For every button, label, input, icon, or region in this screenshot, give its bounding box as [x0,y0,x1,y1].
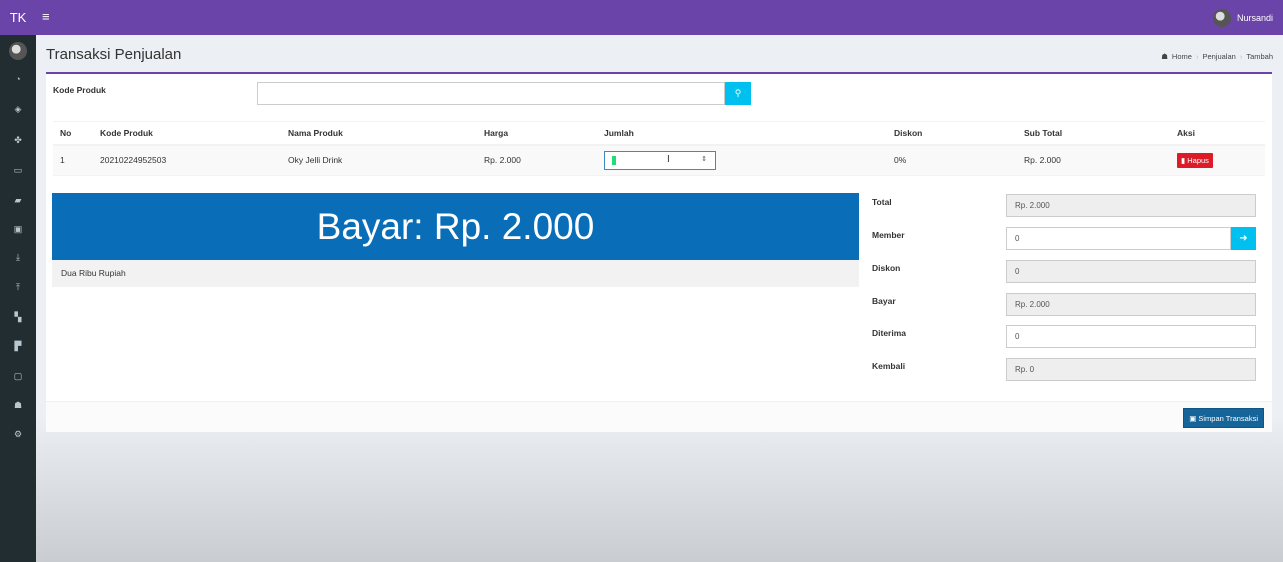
search-icon: ⚲ [734,88,742,98]
breadcrumb: ☗ Home › Penjualan › Tambah [1161,52,1273,61]
sidebar-item-upload-icon[interactable]: ⤒ [0,281,36,293]
member-label: Member [872,230,905,240]
cell-aksi: ▮ Hapus [1170,144,1265,176]
total-field[interactable]: Rp. 2.000 [1006,194,1256,217]
text-cursor-icon: I [667,153,670,165]
content-wrapper: Transaksi Penjualan ☗ Home › Penjualan ›… [36,35,1283,562]
hapus-label: Hapus [1187,155,1209,165]
bayar-banner: Bayar: Rp. 2.000 [52,193,859,260]
sidebar-item-card-icon[interactable]: ▭ [0,164,36,176]
cell-jumlah: I ⇕ [597,144,887,176]
sidebar-item-dashboard-icon[interactable]: ◔ [0,73,36,85]
kode-produk-input[interactable] [257,82,725,105]
trash-icon: ▮ [1181,155,1186,165]
diterima-label: Diterima [872,328,907,338]
simpan-transaksi-label: Simpan Transaksi [1198,414,1258,423]
col-header-kode: Kode Produk [93,121,281,146]
diskon-label: Diskon [872,263,901,273]
quantity-selected-value [612,155,616,165]
bayar-field[interactable]: Rp. 2.000 [1006,293,1256,316]
sidebar-item-download-icon[interactable]: ⤓ [0,251,36,263]
kembali-label: Kembali [872,361,906,371]
arrow-right-icon: ➜ [1239,233,1248,244]
simpan-transaksi-button[interactable]: ▣ Simpan Transaksi [1183,408,1264,428]
cart-table: No Kode Produk Nama Produk Harga Jumlah … [53,121,1265,176]
col-header-nama: Nama Produk [281,121,477,146]
col-header-diskon: Diskon [887,121,1017,146]
col-header-jumlah: Jumlah [597,121,887,146]
hapus-button[interactable]: ▮ Hapus [1177,152,1213,168]
sidebar-item-cart-plus-icon[interactable]: ▛ [0,340,36,352]
member-submit-button[interactable]: ➜ [1231,227,1256,250]
top-navbar: TK ≡ Nursandi [0,0,1283,35]
cell-kode: 20210224952503 [93,144,281,176]
table-row: 1 20210224952503 Oky Jelli Drink Rp. 2.0… [53,144,1265,176]
sidebar-item-cart-icon[interactable]: ▚ [0,311,36,323]
col-header-subtotal: Sub Total [1017,121,1170,146]
kembali-field[interactable]: Rp. 0 [1006,358,1256,381]
cell-nama: Oky Jelli Drink [281,144,477,176]
bayar-label: Bayar [872,296,896,306]
breadcrumb-home[interactable]: Home [1172,52,1192,61]
sidebar: ◔ ◈ ✤ ▭ ▰ ▣ ⤓ ⤒ ▚ ▛ ▢ ☗ ⚙ [0,35,36,562]
box-footer: ▣ Simpan Transaksi [46,401,1272,432]
col-header-harga: Harga [477,121,597,146]
table-header-row: No Kode Produk Nama Produk Harga Jumlah … [53,121,1265,146]
diterima-field[interactable]: 0 [1006,325,1256,348]
user-avatar [1212,9,1231,27]
col-header-aksi: Aksi [1170,121,1265,146]
user-name: Nursandi [1236,13,1273,23]
breadcrumb-separator: › [1239,52,1243,61]
quantity-stepper[interactable]: I ⇕ [604,150,716,170]
cell-harga: Rp. 2.000 [477,144,597,176]
sidebar-item-cogs-icon[interactable]: ⚙ [0,428,36,440]
user-menu[interactable]: Nursandi [1212,8,1273,28]
cell-no: 1 [53,144,93,176]
col-header-no: No [53,121,93,146]
sidebar-item-truck-icon[interactable]: ▰ [0,194,36,206]
breadcrumb-separator: › [1195,52,1199,61]
sidebar-avatar [9,42,27,60]
transaction-box: Kode Produk ⚲ No Kode Produk Nama Produk… [46,72,1272,432]
home-icon: ☗ [1161,52,1168,61]
breadcrumb-penjualan[interactable]: Penjualan [1202,52,1235,61]
save-icon: ▣ [1189,414,1197,423]
sidebar-item-cubes-icon[interactable]: ✤ [0,134,36,146]
cell-subtotal: Rp. 2.000 [1017,144,1170,176]
sidebar-item-cube-icon[interactable]: ◈ [0,103,36,115]
page-title: Transaksi Penjualan [46,46,182,63]
search-button[interactable]: ⚲ [725,82,751,105]
cell-diskon: 0% [887,144,1017,176]
diskon-field[interactable]: 0 [1006,260,1256,283]
spinner-icon[interactable]: ⇕ [701,155,707,163]
brand-logo[interactable]: TK [0,0,36,35]
breadcrumb-current: Tambah [1246,52,1273,61]
member-field[interactable]: 0 [1006,227,1231,250]
sidebar-item-money-icon[interactable]: ▣ [0,223,36,235]
menu-toggle-icon[interactable]: ≡ [42,0,50,35]
sidebar-item-users-icon[interactable]: ☗ [0,399,36,411]
terbilang-text: Dua Ribu Rupiah [52,260,859,287]
total-label: Total [872,197,892,207]
kode-produk-label: Kode Produk [53,85,106,95]
sidebar-item-pdf-icon[interactable]: ▢ [0,370,36,382]
